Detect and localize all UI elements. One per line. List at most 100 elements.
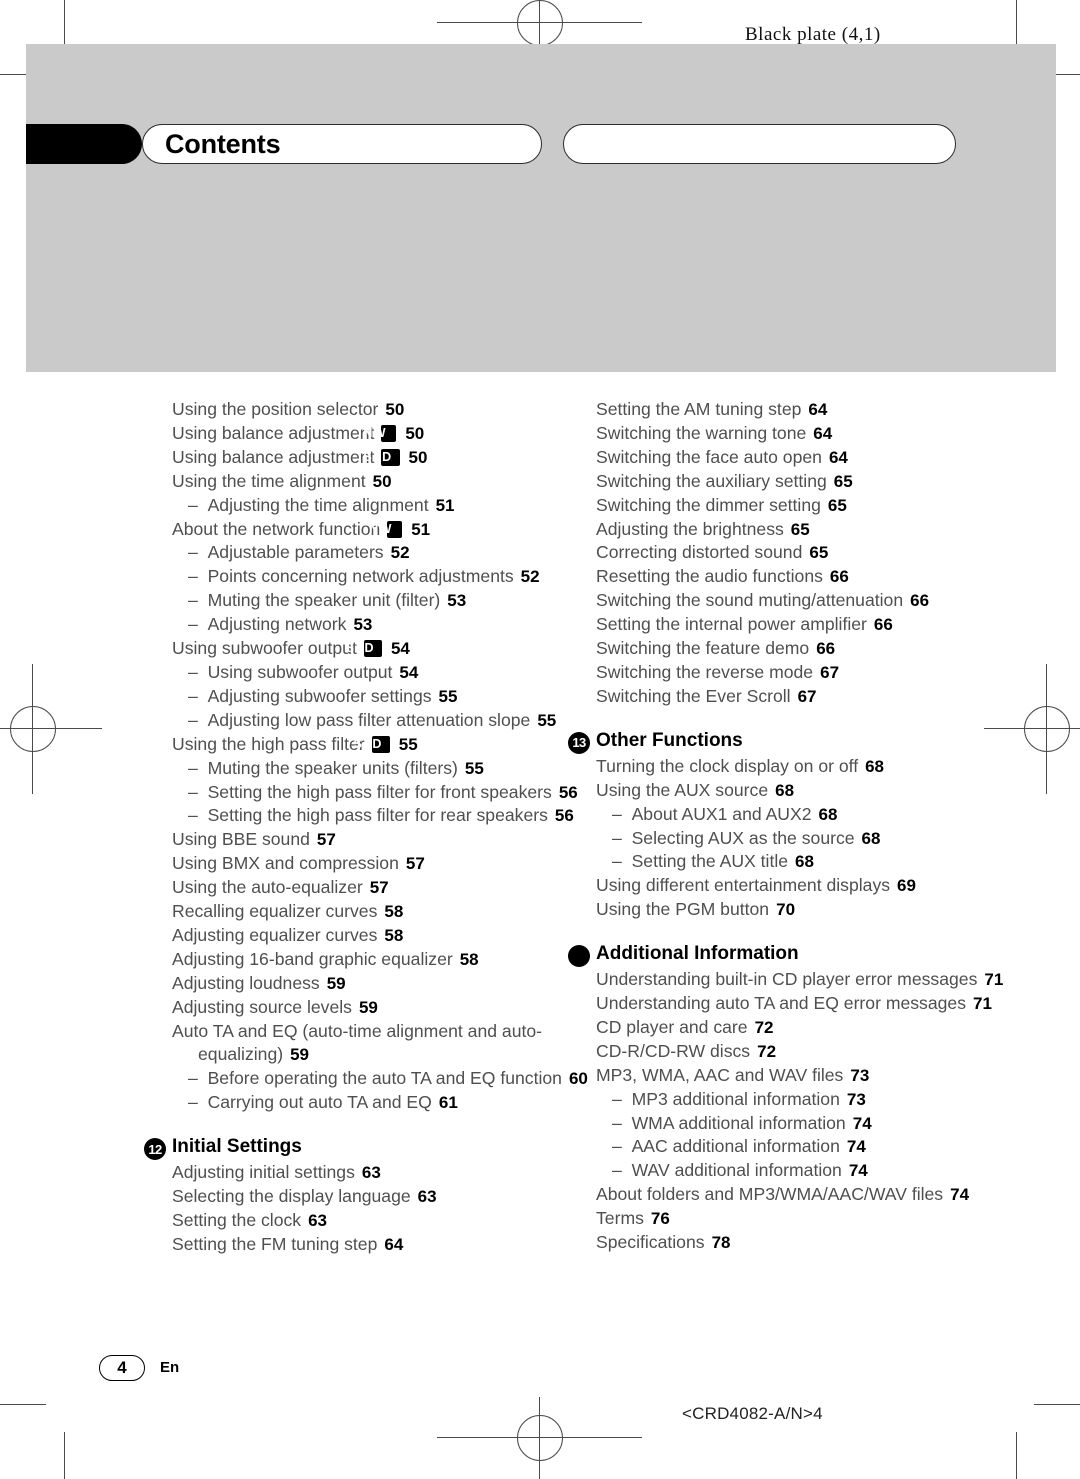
toc-page-number: 59 xyxy=(358,997,378,1017)
toc-page-number: 52 xyxy=(520,567,540,587)
toc-page-number: 55 xyxy=(464,758,484,778)
toc-entry[interactable]: Using balance adjustment NW 50 xyxy=(172,422,602,446)
toc-entry[interactable]: CD-R/CD-RW discs 72 xyxy=(596,1040,1026,1064)
toc-entry[interactable]: Setting the AM tuning step 64 xyxy=(596,398,1026,422)
toc-subentry[interactable]: – About AUX1 and AUX2 68 xyxy=(596,803,1026,827)
toc-entry-label: Switching the Ever Scroll xyxy=(596,685,791,706)
toc-column-left: Using the position selector 50 Using balan… xyxy=(144,398,602,1257)
toc-entry[interactable]: Using BBE sound 57 xyxy=(172,828,602,852)
toc-entry[interactable]: About folders and MP3/WMA/AAC/WAV files 7… xyxy=(596,1183,1026,1207)
toc-subentry[interactable]: – Points concerning network adjustments 5… xyxy=(172,565,602,589)
toc-entry[interactable]: About the network function NW 51 xyxy=(172,518,602,542)
toc-entry[interactable]: Switching the sound muting/attenuation 66 xyxy=(596,589,1026,613)
toc-entry[interactable]: Adjusting initial settings 63 xyxy=(172,1161,602,1185)
toc-entry[interactable]: Switching the warning tone 64 xyxy=(596,422,1026,446)
toc-entry[interactable]: Turning the clock display on or off 68 xyxy=(596,755,1026,779)
toc-subentry[interactable]: – Selecting AUX as the source 68 xyxy=(596,827,1026,851)
toc-entry-label: Setting the clock xyxy=(172,1210,302,1230)
toc-subentry[interactable]: – Setting the high pass filter for rear … xyxy=(172,804,602,828)
toc-entry[interactable]: Setting the clock 63 xyxy=(172,1209,602,1233)
toc-entry[interactable]: Understanding built-in CD player error m… xyxy=(596,968,1026,992)
toc-subentry[interactable]: – WMA additional information 74 xyxy=(596,1112,1026,1136)
toc-subentry[interactable]: – Muting the speaker units (filters) 55 xyxy=(172,757,602,781)
toc-entry-label: Setting the AM tuning step xyxy=(596,399,802,419)
toc-entry-label: Adjusting low pass filter attenuation sl… xyxy=(207,709,531,730)
toc-subentry[interactable]: – WAV additional information 74 xyxy=(596,1159,1026,1183)
toc-page-number: 67 xyxy=(820,662,840,682)
toc-entry[interactable]: Setting the internal power amplifier 66 xyxy=(596,613,1026,637)
mode-badge-std: STD xyxy=(354,735,390,753)
toc-entry[interactable]: Switching the dimmer setting 65 xyxy=(596,494,1026,518)
toc-page-number: 50 xyxy=(372,471,392,491)
toc-entry[interactable]: Switching the reverse mode 67 xyxy=(596,661,1026,685)
mode-badge-std: STD xyxy=(363,448,400,466)
toc-subentry[interactable]: – Adjustable parameters 52 xyxy=(172,541,602,565)
crop-mark-bottom-left-horizontal xyxy=(0,1404,46,1406)
toc-entry[interactable]: Specifications 78 xyxy=(596,1231,1026,1255)
toc-entry[interactable]: Adjusting source levels 59 xyxy=(172,996,602,1020)
toc-page-number: 73 xyxy=(846,1089,866,1109)
toc-entry[interactable]: Recalling equalizer curves 58 xyxy=(172,900,602,924)
toc-entry[interactable]: Using the AUX source 68 xyxy=(596,779,1026,803)
section-heading-label: Other Functions xyxy=(596,729,743,751)
toc-entry[interactable]: Using balance adjustment STD 50 xyxy=(172,446,602,470)
toc-entry[interactable]: Using the PGM button 70 xyxy=(596,898,1026,922)
toc-entry[interactable]: Using different entertainment displays 69 xyxy=(596,874,1026,898)
tab-secondary-empty[interactable] xyxy=(563,124,956,164)
crop-mark-bottom-left-vertical xyxy=(64,1432,66,1479)
toc-entry[interactable]: Understanding auto TA and EQ error messa… xyxy=(596,992,1026,1016)
toc-entry[interactable]: Resetting the audio functions 66 xyxy=(596,565,1026,589)
toc-entry-label: Selecting AUX as the source xyxy=(631,827,855,848)
toc-subentry[interactable]: – Adjusting the time alignment 51 xyxy=(172,494,602,518)
toc-page-number: 74 xyxy=(950,1185,970,1205)
toc-page-number: 65 xyxy=(827,495,847,515)
toc-entry[interactable]: Adjusting 16-band graphic equalizer 58 xyxy=(172,948,602,972)
toc-entry[interactable]: Adjusting equalizer curves 58 xyxy=(172,924,602,948)
toc-entry[interactable]: Using subwoofer output STD 54 xyxy=(172,637,602,661)
header-tab-row: Contents xyxy=(26,124,1056,164)
toc-subentry[interactable]: – Setting the high pass filter for front… xyxy=(172,781,602,805)
toc-entry-label: About folders and MP3/WMA/AAC/WAV files xyxy=(596,1184,944,1205)
toc-entry-label: Points concerning network adjustments xyxy=(207,566,514,587)
dash-icon: – xyxy=(188,781,208,802)
toc-subentry[interactable]: – Using subwoofer output 54 xyxy=(172,661,602,685)
toc-entry[interactable]: Correcting distorted sound 65 xyxy=(596,541,1026,565)
toc-entry-label: Adjusting initial settings xyxy=(172,1162,355,1183)
toc-entry[interactable]: Terms 76 xyxy=(596,1207,1026,1231)
toc-entry[interactable]: Using BMX and compression 57 xyxy=(172,852,602,876)
toc-entry[interactable]: Using the high pass filter STD 55 xyxy=(172,733,602,757)
toc-entry[interactable]: Switching the Ever Scroll 67 xyxy=(596,685,1026,709)
toc-entry-label: Switching the warning tone xyxy=(596,422,807,443)
toc-entry[interactable]: Switching the face auto open 64 xyxy=(596,446,1026,470)
toc-entry[interactable]: Adjusting loudness 59 xyxy=(172,972,602,996)
toc-subentry[interactable]: – Adjusting network 53 xyxy=(172,613,602,637)
toc-subentry[interactable]: – Adjusting low pass filter attenuation … xyxy=(172,709,602,733)
toc-subentry[interactable]: – Before operating the auto TA and EQ fu… xyxy=(172,1067,602,1091)
toc-entry[interactable]: Adjusting the brightness 65 xyxy=(596,518,1026,542)
dash-icon: – xyxy=(188,661,208,682)
toc-subentry[interactable]: – Muting the speaker unit (filter) 53 xyxy=(172,589,602,613)
toc-entry[interactable]: CD player and care 72 xyxy=(596,1016,1026,1040)
dash-icon: – xyxy=(188,566,208,587)
toc-page-number: 64 xyxy=(384,1234,404,1254)
toc-subentry[interactable]: – Carrying out auto TA and EQ 61 xyxy=(172,1091,602,1115)
tab-contents[interactable]: Contents xyxy=(142,124,542,164)
toc-page-number: 67 xyxy=(797,686,817,706)
toc-entry[interactable]: Setting the FM tuning step 64 xyxy=(172,1233,602,1257)
toc-entry[interactable]: Using the position selector 50 xyxy=(172,398,602,422)
toc-entry[interactable]: Using the time alignment 50 xyxy=(172,470,602,494)
toc-entry[interactable]: Switching the feature demo 66 xyxy=(596,637,1026,661)
toc-entry-label: Using BBE sound xyxy=(172,829,310,850)
toc-entry[interactable]: Selecting the display language 63 xyxy=(172,1185,602,1209)
toc-subentry[interactable]: – Adjusting subwoofer settings 55 xyxy=(172,685,602,709)
toc-subentry[interactable]: – MP3 additional information 73 xyxy=(596,1088,1026,1112)
toc-page-number: 68 xyxy=(865,756,885,776)
toc-entry[interactable]: Auto TA and EQ (auto-time alignment and … xyxy=(172,1020,602,1068)
toc-entry[interactable]: MP3, WMA, AAC and WAV files 73 xyxy=(596,1064,1026,1088)
toc-subentry[interactable]: – AAC additional information 74 xyxy=(596,1135,1026,1159)
toc-entry-label: About the network function xyxy=(172,518,381,539)
toc-column-right: Setting the AM tuning step 64 Switching th… xyxy=(568,398,1026,1255)
toc-subentry[interactable]: – Setting the AUX title 68 xyxy=(596,850,1026,874)
toc-entry[interactable]: Using the auto-equalizer 57 xyxy=(172,876,602,900)
toc-entry[interactable]: Switching the auxiliary setting 65 xyxy=(596,470,1026,494)
